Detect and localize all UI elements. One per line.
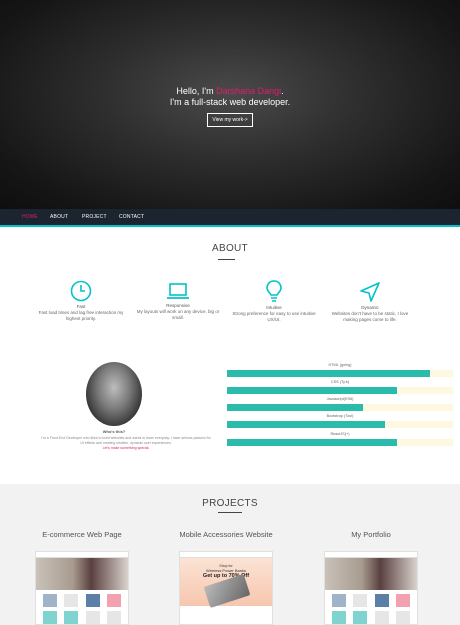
send-icon (360, 282, 380, 302)
hero-name-suffix: . (281, 86, 284, 96)
bio-text: I'm a Front-End Developer who likes to b… (40, 436, 212, 451)
lightbulb-icon (266, 280, 282, 302)
thumb-products (36, 607, 128, 624)
thumb-banner (36, 558, 128, 590)
banner-line1: Shop for (219, 564, 233, 568)
product-tile (42, 594, 57, 607)
banner-line3: Get up to 70% Off (202, 573, 250, 579)
product-tile (85, 594, 100, 607)
project-title-mobile: Mobile Accessories Website (179, 530, 273, 539)
laptop-icon (167, 283, 189, 299)
bio-link[interactable]: Let's make something special. (103, 446, 150, 450)
skill-fill (227, 387, 397, 394)
navbar: HOME ABOUT PROJECT CONTACT (0, 209, 460, 227)
product-tile (353, 611, 368, 624)
feature-intuitive-desc: Strong preference for easy to use intuit… (232, 311, 316, 322)
skill-label-html: HTML (going) (328, 363, 352, 367)
clock-icon (70, 280, 92, 302)
product-tile (85, 611, 100, 624)
projects-title: PROJECTS (202, 498, 258, 509)
product-tile (331, 611, 346, 624)
project-title-portfolio: My Portfolio (351, 530, 391, 539)
project-title-ecommerce: E-commerce Web Page (42, 530, 122, 539)
hero-name: Darshana Dangi (216, 86, 282, 96)
nav-item-about[interactable]: ABOUT (50, 214, 68, 220)
skill-label-css: CSS (Ty.b) (330, 380, 350, 384)
skill-bar-css (227, 387, 453, 394)
feature-dynamic: Dynamic Websites don't have to be static… (325, 281, 415, 323)
hero-greeting: Hello, I'm Darshana Dangi. (0, 86, 460, 97)
product-tile (374, 611, 389, 624)
who-title: Who's this? (102, 429, 126, 434)
nav-item-contact[interactable]: CONTACT (119, 214, 144, 220)
skill-fill (227, 421, 386, 428)
feature-responsive: Responsive My layouts will work on any d… (133, 281, 223, 321)
skill-label-js: Javascript(ES6) (326, 397, 354, 401)
thumb-products (36, 590, 128, 607)
product-tile (107, 611, 122, 624)
view-my-work-button[interactable]: View my work-> (207, 113, 253, 127)
product-tile (353, 594, 368, 607)
project-thumb-mobile[interactable]: Shop for Wireless Power Banks Get up to … (179, 551, 273, 625)
hero-tagline: I'm a full-stack web developer. (169, 97, 291, 107)
feature-fast-desc: Fast load times and lag free interaction… (38, 310, 124, 321)
product-tile (64, 611, 79, 624)
thumb-banner (325, 558, 417, 590)
skill-bar-react (227, 439, 453, 446)
skill-fill (227, 439, 397, 446)
product-tile (42, 611, 57, 624)
skill-bar-html (227, 370, 453, 377)
feature-fast: Fast Fast load times and lag free intera… (36, 280, 126, 322)
product-tile (396, 611, 411, 624)
skill-bar-js (227, 404, 453, 411)
skill-label-bootstrap: Bootstrap (Tool) (326, 414, 354, 418)
skill-bar-bootstrap (227, 421, 453, 428)
feature-responsive-desc: My layouts will work on any device, big … (136, 309, 220, 320)
product-tile (331, 594, 346, 607)
skill-fill (227, 370, 431, 377)
hero-content: Hello, I'm Darshana Dangi. I'm a full-st… (0, 86, 460, 127)
nav-item-project[interactable]: PROJECT (82, 214, 107, 220)
skill-label-react: ReactJS(+) (330, 432, 350, 436)
product-tile (107, 594, 122, 607)
thumb-products (325, 590, 417, 607)
bio-body: I'm a Front-End Developer who likes to b… (41, 436, 211, 445)
projects-title-underline (218, 512, 242, 513)
feature-dynamic-desc: Websites don't have to be static, I love… (331, 311, 409, 322)
skill-fill (227, 404, 363, 411)
feature-intuitive: Intuitive Strong preference for easy to … (229, 279, 319, 323)
about-title: ABOUT (212, 243, 248, 254)
product-tile (374, 594, 389, 607)
product-tile (396, 594, 411, 607)
hero-section: Hello, I'm Darshana Dangi. I'm a full-st… (0, 0, 460, 209)
thumb-products (325, 607, 417, 624)
hero-greeting-text: Hello, I'm (176, 86, 217, 96)
project-thumb-portfolio[interactable] (324, 551, 418, 625)
product-tile (64, 594, 79, 607)
project-thumb-ecommerce[interactable] (35, 551, 129, 625)
profile-photo (86, 362, 142, 426)
nav-item-home[interactable]: HOME (22, 214, 38, 220)
about-title-underline (218, 259, 235, 260)
